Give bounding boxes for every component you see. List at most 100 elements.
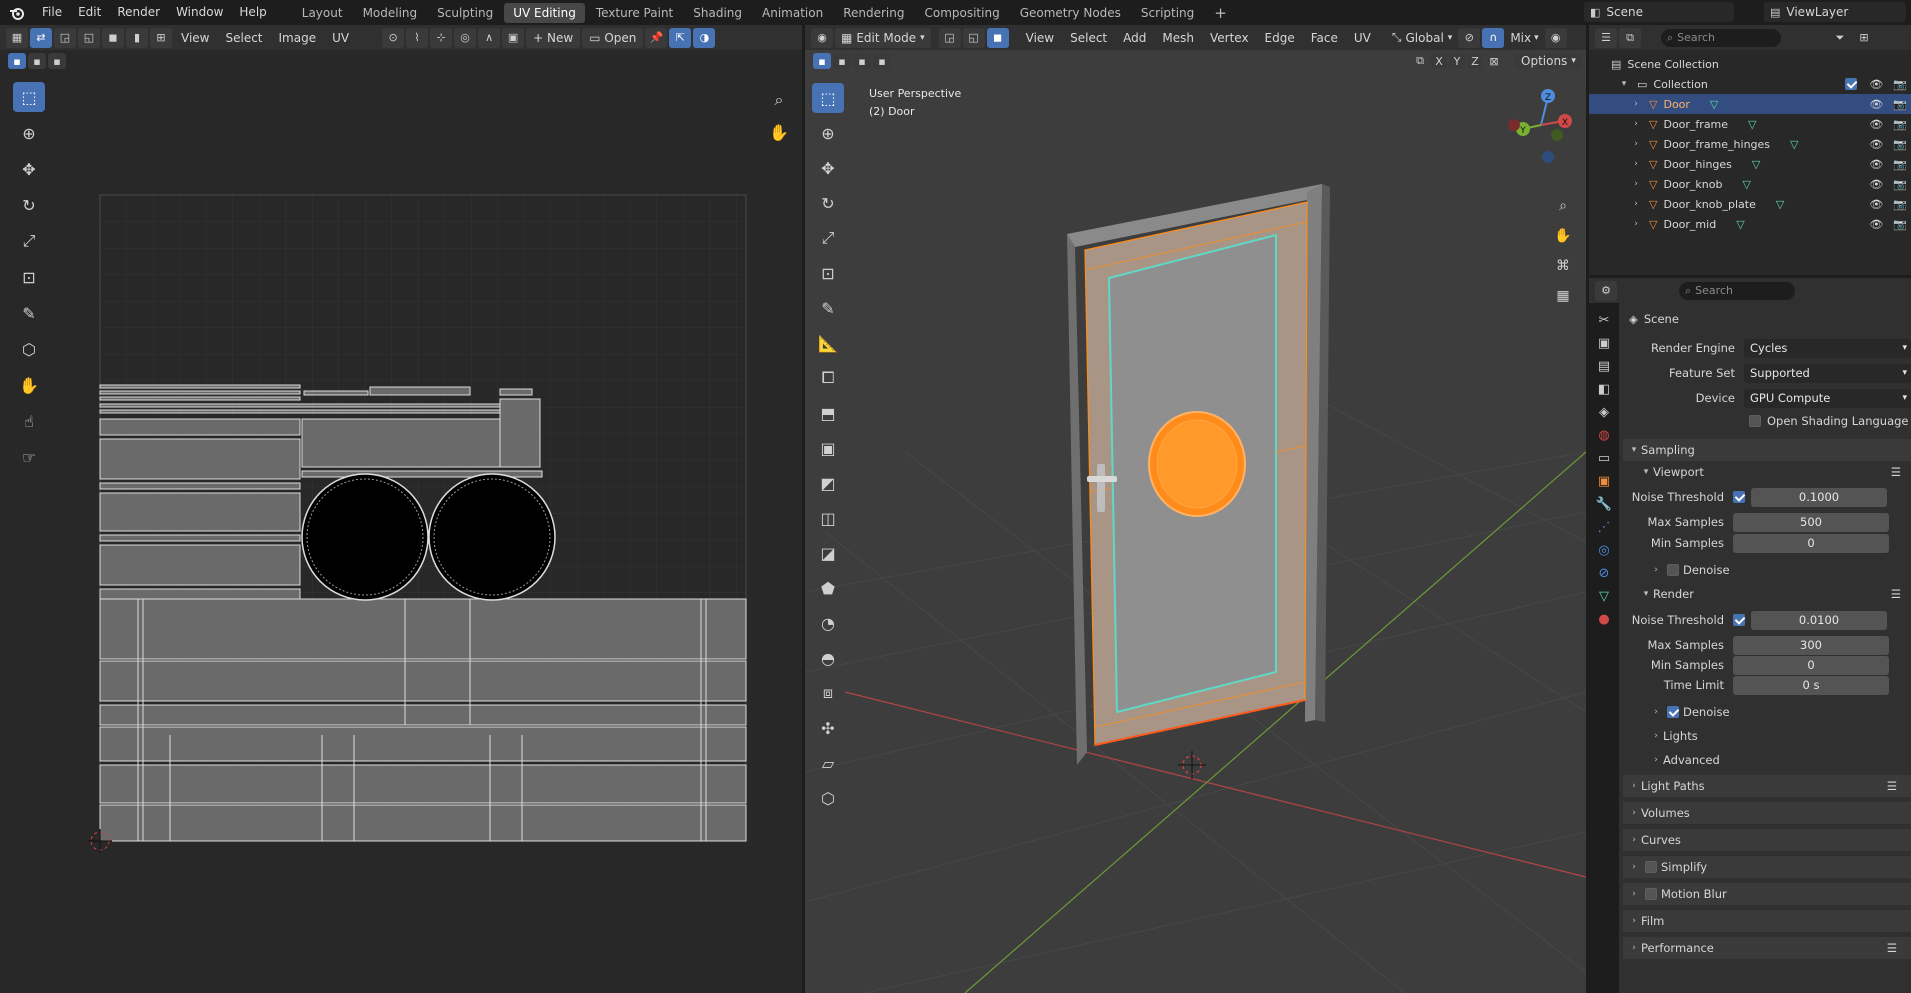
vp-loopcut-tool-icon[interactable]: ◫ — [812, 503, 844, 533]
visibility-eye-icon[interactable]: 👁 — [1869, 98, 1883, 111]
exclude-checkbox[interactable] — [1845, 78, 1858, 90]
vp-select-extend-icon[interactable]: ▪ — [833, 53, 851, 69]
vp-polybuild-tool-icon[interactable]: ⬟ — [812, 573, 844, 603]
collection-row[interactable]: ▾ ▭ Collection 👁 📷 — [1589, 74, 1911, 94]
vp-shrink-tool-icon[interactable]: ✣ — [812, 713, 844, 743]
r-denoise-subpanel[interactable]: › Denoise — [1629, 701, 1911, 723]
blender-logo-icon[interactable] — [0, 6, 34, 20]
vp-denoise-subpanel[interactable]: › Denoise — [1629, 559, 1911, 581]
device-dropdown[interactable]: GPU Compute ▾ — [1744, 388, 1911, 408]
vp-max-samples-field[interactable]: 500 — [1733, 512, 1889, 532]
render-camera-icon[interactable]: 📷 — [1893, 78, 1907, 91]
auto-merge-icon[interactable]: ⊠ — [1485, 53, 1503, 69]
tab-texture-paint[interactable]: Texture Paint — [587, 3, 682, 23]
scene-selector[interactable]: ◧ Scene — [1584, 2, 1734, 22]
scene-collection-row[interactable]: ▤ Scene Collection — [1589, 54, 1911, 74]
r-noise-threshold-field[interactable]: 0.0100 — [1751, 610, 1887, 630]
menu-help[interactable]: Help — [231, 0, 274, 25]
object-tab-icon[interactable]: ▣ — [1598, 474, 1610, 489]
viewport-editor-type-icon[interactable]: ◉ — [811, 27, 833, 48]
visibility-eye-icon[interactable]: 👁 — [1869, 218, 1883, 231]
visibility-eye-icon[interactable]: 👁 — [1869, 138, 1883, 151]
vp-zoom-icon[interactable]: ⌕ — [1550, 193, 1576, 219]
visibility-eye-icon[interactable]: 👁 — [1869, 78, 1883, 91]
axis-y-toggle[interactable]: Y — [1449, 53, 1465, 69]
curves-panel[interactable]: › Curves — [1623, 829, 1911, 851]
sampling-panel-header[interactable]: ▾ Sampling — [1623, 439, 1911, 461]
r-time-limit-field[interactable]: 0 s — [1733, 675, 1889, 695]
vp-noise-threshold-field[interactable]: 0.1000 — [1751, 487, 1887, 507]
view-layer-tab-icon[interactable]: ◧ — [1598, 382, 1610, 397]
vp-rip-tool-icon[interactable]: ⬡ — [812, 783, 844, 813]
properties-search-field[interactable]: ⌕ Search — [1679, 281, 1795, 300]
chevron-right-icon[interactable]: › — [1629, 179, 1643, 189]
vp-noise-checkbox[interactable] — [1733, 491, 1745, 503]
vp-select-subtract-icon[interactable]: ▪ — [853, 53, 871, 69]
vp-perspective-icon[interactable]: ▦ — [1550, 283, 1576, 309]
vp-menu-edge[interactable]: Edge — [1258, 31, 1302, 45]
vp-rotate-tool-icon[interactable]: ↻ — [812, 188, 844, 218]
chevron-right-icon[interactable]: › — [1629, 219, 1643, 229]
visibility-eye-icon[interactable]: 👁 — [1869, 158, 1883, 171]
constraints-tab-icon[interactable]: ⊘ — [1599, 566, 1610, 581]
material-tab-icon[interactable]: ● — [1598, 612, 1609, 627]
r-denoise-checkbox[interactable] — [1667, 706, 1679, 718]
vp-menu-face[interactable]: Face — [1304, 31, 1345, 45]
tab-uv-editing[interactable]: UV Editing — [504, 2, 585, 23]
data-tab-icon[interactable]: ▽ — [1599, 589, 1609, 604]
render-tab-icon[interactable]: ▣ — [1598, 336, 1610, 351]
viewport-subpanel-header[interactable]: ▾ Viewport ☰ — [1629, 461, 1911, 483]
render-camera-icon[interactable]: 📷 — [1893, 198, 1907, 211]
vp-select-box-icons[interactable]: ▪ ▪ ▪ ▪ — [813, 53, 891, 69]
snap-mix-selector[interactable]: Mix ▾ — [1506, 31, 1542, 45]
vp-measure-tool-icon[interactable]: 📐 — [812, 328, 844, 358]
outliner-item-door-knob[interactable]: › ▽ Door_knob ▽ 👁 📷 — [1589, 174, 1911, 194]
vp-menu-select[interactable]: Select — [1063, 31, 1114, 45]
advanced-subpanel[interactable]: › Advanced — [1629, 749, 1911, 771]
properties-type-icon[interactable]: ⚙ — [1595, 280, 1617, 301]
tab-layout[interactable]: Layout — [293, 3, 352, 23]
list-icon[interactable]: ☰ — [1891, 587, 1901, 601]
vp-camera-icon[interactable]: ⌘ — [1550, 253, 1576, 279]
mirror-icon[interactable]: ⧉ — [1411, 53, 1429, 69]
world-tab-icon[interactable]: ◍ — [1598, 428, 1609, 443]
vp-scale-tool-icon[interactable]: ⤢ — [812, 223, 844, 253]
simplify-panel[interactable]: › Simplify — [1623, 856, 1911, 878]
vp-annotate-tool-icon[interactable]: ✎ — [812, 293, 844, 323]
osl-checkbox[interactable] — [1749, 415, 1761, 427]
viewport-scene[interactable] — [805, 72, 1586, 993]
motion-blur-checkbox[interactable] — [1645, 888, 1657, 900]
r-noise-checkbox[interactable] — [1733, 614, 1745, 626]
performance-panel[interactable]: › Performance ☰ — [1623, 937, 1911, 959]
chevron-down-icon[interactable]: ▾ — [1617, 79, 1631, 89]
vp-pan-icon[interactable]: ✋ — [1550, 223, 1576, 249]
lights-subpanel[interactable]: › Lights — [1629, 725, 1911, 747]
r-min-samples-field[interactable]: 0 — [1733, 655, 1889, 675]
vp-select-new-icon[interactable]: ▪ — [813, 53, 831, 69]
vertex-select-icon[interactable]: ◲ — [938, 27, 961, 48]
display-mode-icon[interactable]: ⧉ — [1619, 27, 1641, 48]
list-icon[interactable]: ☰ — [1887, 779, 1897, 793]
menu-file[interactable]: File — [34, 0, 70, 25]
vp-cursor-tool-icon[interactable]: ⊕ — [812, 118, 844, 148]
outliner-item-door-knob-plate[interactable]: › ▽ Door_knob_plate ▽ 👁 📷 — [1589, 194, 1911, 214]
render-subpanel-header[interactable]: ▾ Render ☰ — [1629, 583, 1911, 605]
volumes-panel[interactable]: › Volumes — [1623, 802, 1911, 824]
options-dropdown[interactable]: Options ▾ — [1515, 53, 1582, 69]
mode-selector[interactable]: ▦ Edit Mode ▾ — [835, 27, 931, 48]
vp-knife-tool-icon[interactable]: ◪ — [812, 538, 844, 568]
add-workspace-icon[interactable]: + — [1205, 3, 1236, 23]
face-select-icon[interactable]: ◼ — [986, 27, 1009, 48]
outliner-item-door-hinges[interactable]: › ▽ Door_hinges ▽ 👁 📷 — [1589, 154, 1911, 174]
outliner-type-icon[interactable]: ☰ — [1595, 27, 1617, 48]
vp-menu-mesh[interactable]: Mesh — [1155, 31, 1201, 45]
chevron-right-icon[interactable]: › — [1629, 159, 1643, 169]
chevron-right-icon[interactable]: › — [1629, 119, 1643, 129]
render-camera-icon[interactable]: 📷 — [1893, 118, 1907, 131]
render-camera-icon[interactable]: 📷 — [1893, 98, 1907, 111]
motion-blur-panel[interactable]: › Motion Blur — [1623, 883, 1911, 905]
navigation-gizmo[interactable]: Z X Y — [1495, 85, 1581, 175]
vp-move-tool-icon[interactable]: ✥ — [812, 153, 844, 183]
scene-tab-icon[interactable]: ◈ — [1599, 405, 1609, 420]
visibility-eye-icon[interactable]: 👁 — [1869, 198, 1883, 211]
